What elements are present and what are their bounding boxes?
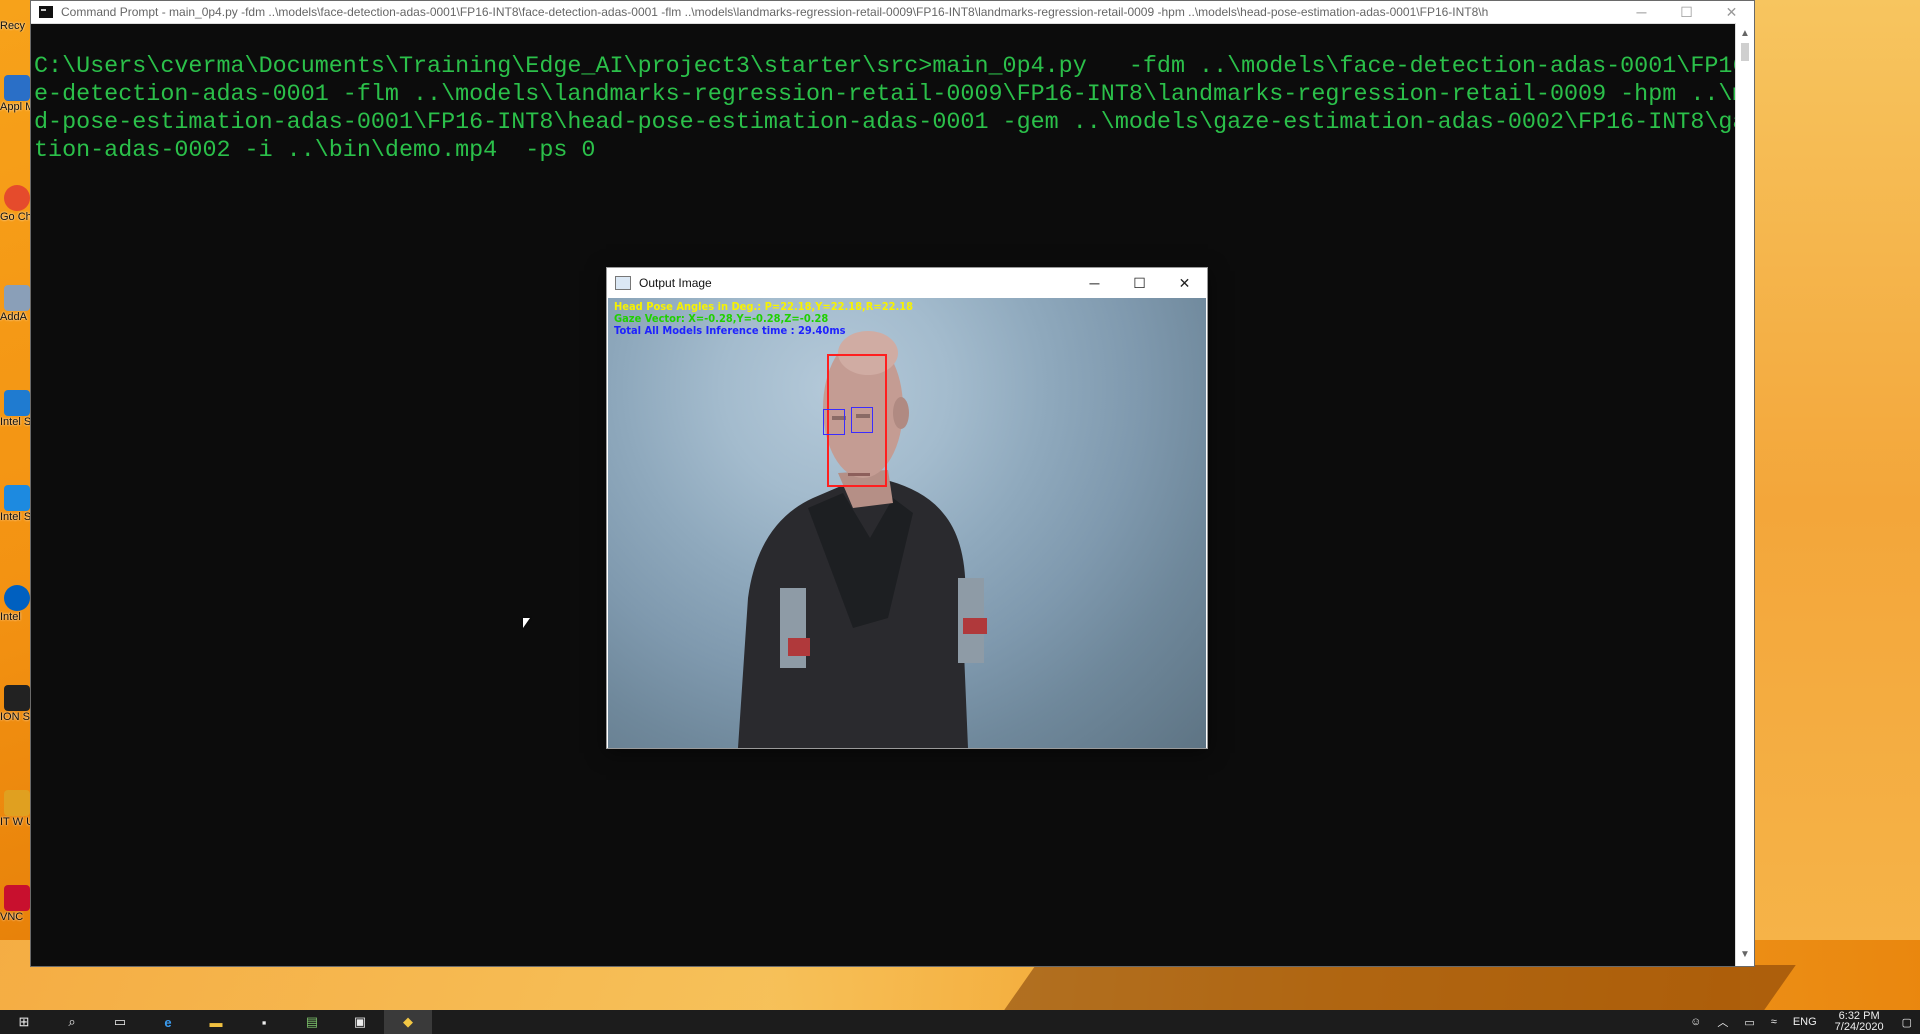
close-button[interactable]: ✕ xyxy=(1709,1,1754,23)
remote-desktop-icon[interactable]: ▣ xyxy=(336,1010,384,1034)
app-migration-icon xyxy=(4,75,30,101)
desktop-icon-label: Recy xyxy=(0,20,26,32)
ion-icon xyxy=(4,685,30,711)
left-eye-bounding-box xyxy=(823,409,845,435)
search-icon[interactable]: ⌕ xyxy=(48,1010,96,1034)
console-line: e-detection-adas-0001 -flm ..\models\lan… xyxy=(34,82,1736,108)
language-indicator[interactable]: ENG xyxy=(1793,1016,1817,1028)
vnc-icon xyxy=(4,885,30,911)
desktop-icon-label: Intel S Chi xyxy=(0,416,30,428)
minimize-button[interactable]: ─ xyxy=(1072,268,1117,298)
desktop-icon-label: Appl Migr xyxy=(0,101,30,113)
vertical-scrollbar[interactable]: ▲ ▼ xyxy=(1735,23,1754,966)
task-view-icon[interactable]: ▭ xyxy=(96,1010,144,1034)
window-title: Command Prompt - main_0p4.py -fdm ..\mod… xyxy=(61,5,1489,19)
clock[interactable]: 6:32 PM 7/24/2020 xyxy=(1835,1011,1884,1033)
clock-date: 7/24/2020 xyxy=(1834,1021,1884,1033)
desktop-icons: Recy Appl Migr Go Chr AddA Intel S Chi I… xyxy=(0,20,30,940)
output-image-titlebar[interactable]: Output Image ─ ☐ ✕ xyxy=(607,268,1207,298)
command-prompt-titlebar[interactable]: Command Prompt - main_0p4.py -fdm ..\mod… xyxy=(31,1,1754,24)
desktop-icon-recycle-bin[interactable]: Recy xyxy=(0,20,32,32)
desktop-icon-intel-ma[interactable]: Intel S Ma xyxy=(0,485,32,523)
people-icon[interactable]: ☺ xyxy=(1690,1016,1701,1028)
console-line: d-pose-estimation-adas-0001\FP16-INT8\he… xyxy=(34,110,1736,136)
desktop-icon-adda[interactable]: AddA xyxy=(0,285,32,323)
right-eye-bounding-box xyxy=(851,407,873,433)
desktop-icon-label: AddA xyxy=(0,311,27,323)
mouse-cursor-icon xyxy=(523,618,530,628)
console-line: tion-adas-0002 -i ..\bin\demo.mp4 -ps 0 xyxy=(34,138,596,164)
wifi-icon[interactable]: ≈ xyxy=(1771,1016,1777,1028)
desktop-icon-label: IT W Uti xyxy=(0,816,30,828)
desktop-icon-it-utility[interactable]: IT W Uti xyxy=(0,790,32,828)
desktop-icon-chrome[interactable]: Go Chr xyxy=(0,185,32,223)
desktop-icon-ion[interactable]: ION S Ma xyxy=(0,685,32,723)
internet-explorer-icon[interactable]: e xyxy=(144,1010,192,1034)
command-prompt-icon xyxy=(39,6,53,18)
desktop-icon-label: Intel S Ma xyxy=(0,511,30,523)
desktop-icon-app-migration[interactable]: Appl Migr xyxy=(0,75,32,113)
command-prompt-icon[interactable]: ▪ xyxy=(240,1010,288,1034)
desktop-wallpaper-shadow xyxy=(1004,965,1796,1010)
intel-icon xyxy=(4,585,30,611)
desktop-icon-label: VNC xyxy=(0,911,24,923)
desktop-wallpaper-accent xyxy=(1740,0,1920,1010)
scrollbar-thumb[interactable] xyxy=(1741,43,1749,61)
notifications-icon[interactable]: ▢ xyxy=(1902,1016,1912,1029)
console-line: C:\Users\cverma\Documents\Training\Edge_… xyxy=(34,54,1736,80)
close-button[interactable]: ✕ xyxy=(1162,268,1207,298)
output-image-window[interactable]: Output Image ─ ☐ ✕ Head Pose Angles in D… xyxy=(606,267,1208,749)
taskbar: ⊞ ⌕ ▭ e ▬ ▪ ▤ ▣ ◆ ☺ ︿ ▭ ≈ ENG 6:32 PM 7/… xyxy=(0,1010,1920,1034)
desktop-icon-label: ION S Ma xyxy=(0,711,30,723)
chrome-icon xyxy=(4,185,30,211)
maximize-button[interactable]: ☐ xyxy=(1117,268,1162,298)
desktop-icon-vnc[interactable]: VNC xyxy=(0,885,32,923)
chevron-up-icon[interactable]: ︿ xyxy=(1717,1014,1728,1030)
desktop-icon-intel-chi[interactable]: Intel S Chi xyxy=(0,390,32,428)
windows-start-icon[interactable]: ⊞ xyxy=(0,1010,48,1034)
person-image xyxy=(608,298,1206,748)
window-title: Output Image xyxy=(639,276,712,290)
intel-icon xyxy=(4,485,30,511)
battery-icon[interactable]: ▭ xyxy=(1744,1016,1754,1029)
inference-time-text: Total All Models Inference time : 29.40m… xyxy=(614,324,846,337)
notepad-icon[interactable]: ▤ xyxy=(288,1010,336,1034)
maximize-button[interactable]: ☐ xyxy=(1664,1,1709,23)
python-icon[interactable]: ◆ xyxy=(384,1010,432,1034)
scroll-down-arrow-icon[interactable]: ▼ xyxy=(1736,946,1754,964)
desktop-icon-label: Go Chr xyxy=(0,211,30,223)
scroll-up-arrow-icon[interactable]: ▲ xyxy=(1736,25,1754,43)
system-tray: ☺ ︿ ▭ ≈ ENG 6:32 PM 7/24/2020 ▢ xyxy=(1682,1010,1920,1034)
utility-icon xyxy=(4,790,30,816)
minimize-button[interactable]: ─ xyxy=(1619,1,1664,23)
intel-icon xyxy=(4,390,30,416)
desktop-icon-intel[interactable]: Intel xyxy=(0,585,32,623)
file-explorer-icon[interactable]: ▬ xyxy=(192,1010,240,1034)
printer-icon xyxy=(4,285,30,311)
desktop-icon-label: Intel xyxy=(0,611,21,623)
window-app-icon xyxy=(615,276,631,290)
video-frame: Head Pose Angles in Deg.: P=22.18,Y=22.1… xyxy=(608,298,1206,748)
